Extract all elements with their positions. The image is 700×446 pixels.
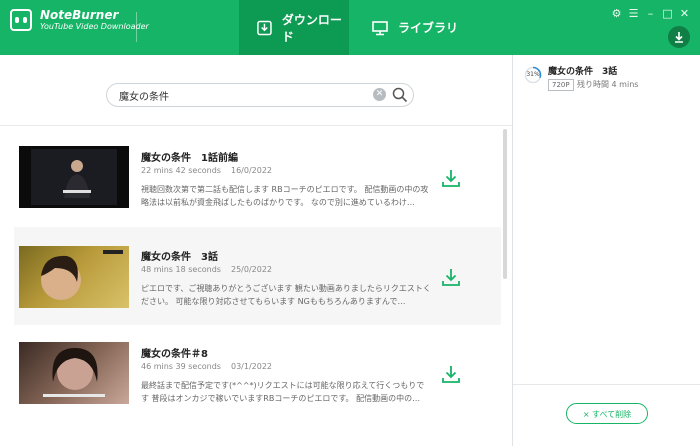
video-date: 03/1/2022 — [231, 362, 273, 371]
app-name: NoteBurner — [40, 8, 119, 22]
progress-percent: 31% — [526, 71, 540, 78]
maximize-icon[interactable]: □ — [659, 6, 676, 22]
video-thumbnail — [19, 246, 129, 308]
video-date: 16/0/2022 — [231, 166, 273, 175]
download-box-icon — [257, 20, 272, 35]
download-progress-button[interactable] — [668, 26, 690, 48]
video-thumbnail — [19, 146, 129, 208]
video-meta: 48 mins 18 seconds 25/0/2022 — [141, 265, 272, 274]
download-icon[interactable] — [440, 266, 462, 288]
queue-title: 魔女の条件 3話 — [548, 67, 618, 77]
video-title[interactable]: 魔女の条件＃8 — [141, 345, 208, 360]
search-icon[interactable] — [392, 87, 408, 103]
tab-download-label: ダウンロード — [281, 12, 342, 44]
video-title[interactable]: 魔女の条件 3話 — [141, 248, 218, 263]
brand-divider — [136, 12, 137, 42]
tab-download[interactable]: ダウンロード — [239, 0, 349, 55]
result-list: 魔女の条件 1話前編 22 mins 42 seconds 16/0/2022 … — [14, 129, 501, 446]
video-thumbnail — [19, 342, 129, 404]
list-item[interactable]: 魔女の条件＃8 46 mins 39 seconds 03/1/2022 最終話… — [14, 325, 501, 423]
menu-icon[interactable]: ☰ — [625, 6, 642, 22]
video-meta: 22 mins 42 seconds 16/0/2022 — [141, 166, 272, 175]
delete-all-button[interactable]: × すべて削除 — [566, 403, 648, 424]
list-item[interactable]: 魔女の条件 3話 48 mins 18 seconds 25/0/2022 ピエ… — [14, 227, 501, 325]
video-date: 25/0/2022 — [231, 265, 273, 274]
app-subtitle: YouTube Video Downloader — [40, 22, 149, 31]
time-remaining: 残り時間 4 mins — [577, 80, 639, 89]
download-icon[interactable] — [440, 167, 462, 189]
search-box[interactable]: 魔女の条件 ✕ — [106, 83, 414, 107]
minimize-icon[interactable]: – — [642, 6, 659, 22]
brand: NoteBurner YouTube Video Downloader — [10, 9, 149, 31]
video-description: 最終話まで配信予定です(*^^*)リクエストには可能な限り応えて行くつもりです … — [141, 381, 425, 403]
monitor-icon — [372, 20, 388, 35]
window-controls: ⚙ ☰ – □ ✕ — [608, 6, 693, 22]
video-description: 視聴回数次第で第二話も配信します RBコーチのピエロです。 配信動画の中の攻略法… — [141, 185, 429, 207]
video-meta: 46 mins 39 seconds 03/1/2022 — [141, 362, 272, 371]
video-duration: 46 mins 39 seconds — [141, 362, 221, 371]
tab-library[interactable]: ライブラリ — [360, 0, 470, 55]
download-icon[interactable] — [440, 363, 462, 385]
noteburner-logo-icon — [10, 9, 32, 31]
download-arrow-icon — [675, 32, 683, 43]
video-title[interactable]: 魔女の条件 1話前編 — [141, 149, 238, 164]
scrollbar[interactable] — [503, 129, 507, 279]
close-icon[interactable]: ✕ — [676, 6, 693, 22]
quality-badge: 720P — [548, 79, 574, 91]
clear-search-icon[interactable]: ✕ — [373, 88, 386, 101]
settings-icon[interactable]: ⚙ — [608, 6, 625, 22]
search-panel: 魔女の条件 ✕ 魔女の条件 1話前編 22 mins 42 seconds 16… — [0, 55, 512, 446]
video-duration: 22 mins 42 seconds — [141, 166, 221, 175]
title-bar: NoteBurner YouTube Video Downloader ダウンロ… — [0, 0, 700, 55]
divider — [0, 125, 512, 126]
list-item[interactable]: 魔女の条件 1話前編 22 mins 42 seconds 16/0/2022 … — [14, 129, 501, 227]
tab-library-label: ライブラリ — [398, 21, 459, 35]
search-input[interactable]: 魔女の条件 — [119, 88, 169, 103]
video-duration: 48 mins 18 seconds — [141, 265, 221, 274]
download-queue-panel: 31% 魔女の条件 3話 720P 残り時間 4 mins × すべて削除 — [512, 55, 700, 446]
video-description: ピエロです、ご視聴ありがとうございます 観たい動画ありましたらリクエストください… — [141, 284, 431, 306]
panel-divider — [513, 384, 700, 385]
